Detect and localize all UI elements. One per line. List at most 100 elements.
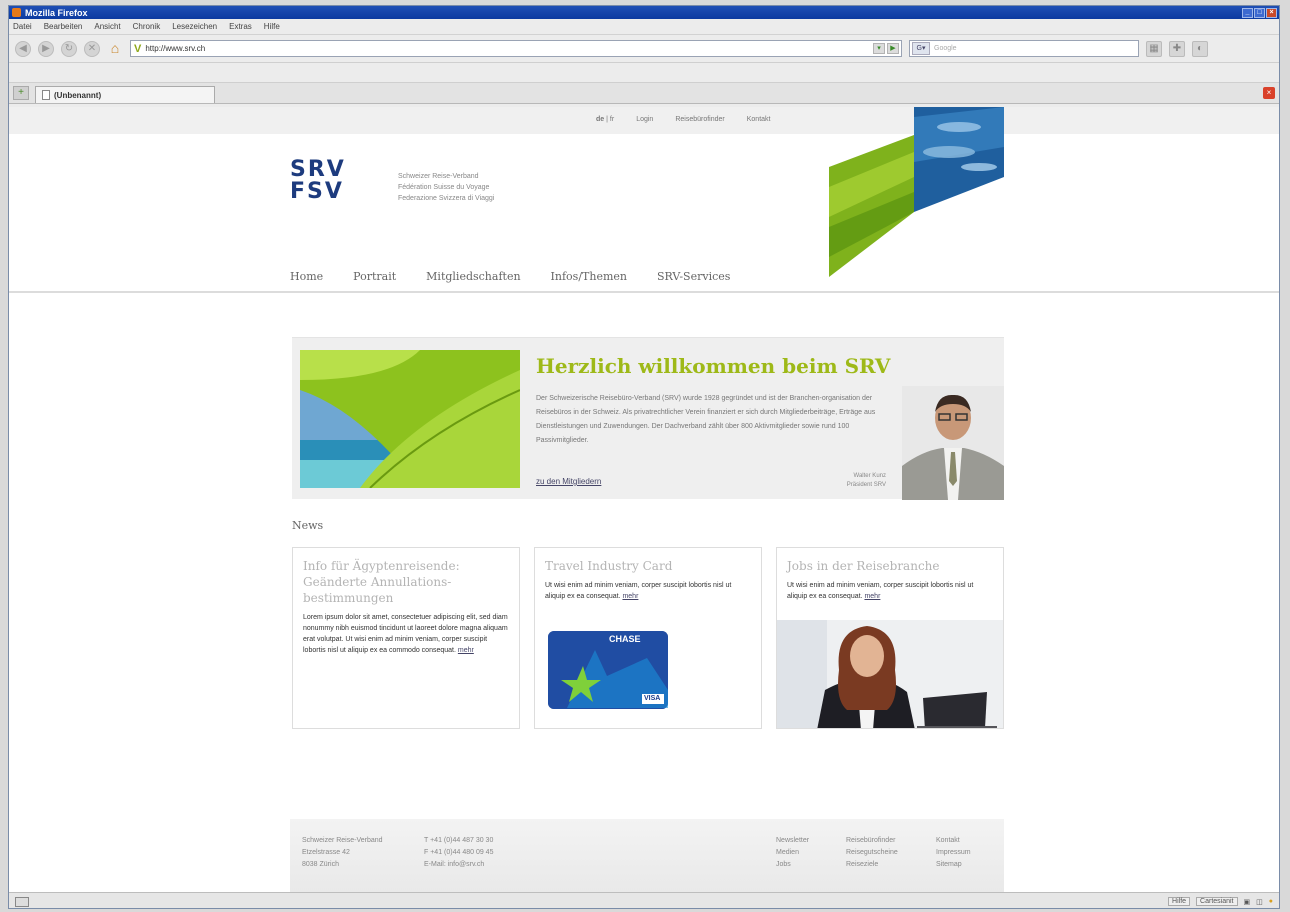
- footer-link-newsletter[interactable]: Newsletter: [776, 835, 809, 847]
- banana-leaf-image: [300, 350, 520, 488]
- news-more-travel-card[interactable]: mehr: [622, 593, 638, 600]
- logo-text-fr: Fédération Suisse du Voyage: [398, 184, 490, 191]
- footer-link-reisegutscheine[interactable]: Reisegutscheine: [846, 847, 898, 859]
- menu-bar: Datei Bearbeiten Ansicht Chronik Lesezei…: [9, 19, 1279, 35]
- news-text-jobs: Ut wisi enim ad minim veniam, corper sus…: [787, 582, 974, 600]
- news-title-travel-card[interactable]: Travel Industry Card: [535, 548, 761, 574]
- url-text: http://www.srv.ch: [145, 44, 206, 53]
- tab-label: (Unbenannt): [54, 90, 102, 100]
- lang-fr[interactable]: fr: [610, 116, 614, 123]
- footer-link-sitemap[interactable]: Sitemap: [936, 859, 971, 871]
- url-bar[interactable]: V http://www.srv.ch ▾ ▶: [130, 40, 902, 57]
- search-engine-icon[interactable]: G▾: [912, 42, 930, 55]
- footer-links-1: Newsletter Medien Jobs: [776, 835, 809, 871]
- footer-address-street: Etzelstrasse 42: [302, 849, 350, 856]
- status-icon: [15, 896, 29, 907]
- menu-ansicht[interactable]: Ansicht: [94, 22, 120, 31]
- footer-link-impressum[interactable]: Impressum: [936, 847, 971, 859]
- footer-email[interactable]: E-Mail: info@srv.ch: [424, 859, 493, 871]
- kontakt-link[interactable]: Kontakt: [747, 116, 771, 123]
- card-brand: CHASE: [609, 634, 641, 644]
- bookmarks-toolbar: [9, 63, 1279, 83]
- menu-datei[interactable]: Datei: [13, 22, 32, 31]
- footer-address-city: 8038 Zürich: [302, 861, 339, 868]
- logo-text-de: Schweizer Reise-Verband: [398, 173, 479, 180]
- welcome-banner: Herzlich willkommen beim SRV Der Schweiz…: [292, 337, 1004, 500]
- close-tab-icon[interactable]: ×: [1263, 87, 1275, 99]
- news-text-travel-card: Ut wisi enim ad minim veniam, corper sus…: [545, 582, 732, 600]
- header-decoration-image: [829, 107, 1004, 277]
- home-icon[interactable]: ⌂: [107, 41, 123, 57]
- lang-de[interactable]: de: [596, 116, 604, 123]
- footer-link-jobs[interactable]: Jobs: [776, 859, 809, 871]
- search-placeholder: Google: [934, 45, 957, 52]
- security-icon[interactable]: ▣: [1244, 898, 1251, 906]
- footer-phone: T +41 (0)44 487 30 30: [424, 837, 494, 844]
- stop-icon[interactable]: ✕: [84, 40, 100, 57]
- nav-mitgliedschaften[interactable]: Mitgliedschaften: [426, 270, 520, 283]
- title-bar: Mozilla Firefox _ □ ×: [9, 6, 1279, 19]
- news-text-egypt: Lorem ipsum dolor sit amet, consectetuer…: [303, 614, 508, 654]
- menu-chronik[interactable]: Chronik: [133, 22, 161, 31]
- header-divider: [9, 291, 1279, 293]
- members-link[interactable]: zu den Mitgliedern: [536, 477, 601, 486]
- news-title-jobs[interactable]: Jobs in der Reisebranche: [777, 548, 1003, 574]
- notification-icon[interactable]: ●: [1269, 898, 1273, 905]
- tab-strip: + (Unbenannt) ×: [9, 83, 1279, 104]
- footer-link-medien[interactable]: Medien: [776, 847, 809, 859]
- nav-srv-services[interactable]: SRV-Services: [657, 270, 730, 283]
- footer-link-reisebuerofinder[interactable]: Reisebürofinder: [846, 835, 898, 847]
- srv-logo[interactable]: SRV FSV: [290, 159, 346, 203]
- news-title-egypt[interactable]: Info für Ägyptenreisende: Geänderte Annu…: [293, 548, 519, 606]
- reload-icon[interactable]: ↻: [61, 40, 77, 57]
- footer-link-kontakt[interactable]: Kontakt: [936, 835, 971, 847]
- minimize-button[interactable]: _: [1242, 7, 1253, 18]
- credit-card-image: CHASE VISA: [547, 630, 669, 710]
- forward-icon[interactable]: ▶: [38, 40, 54, 57]
- welcome-text: Der Schweizerische Reisebüro-Verband (SR…: [536, 395, 876, 444]
- status-hilfe[interactable]: Hilfe: [1168, 897, 1191, 906]
- footer-address: Schweizer Reise-Verband Etzelstrasse 42 …: [302, 835, 383, 871]
- nav-infos-themen[interactable]: Infos/Themen: [551, 270, 627, 283]
- footer-contact: T +41 (0)44 487 30 30 F +41 (0)44 480 09…: [424, 835, 493, 871]
- news-heading: News: [292, 519, 324, 532]
- status-cartesianit[interactable]: Cartesianit: [1196, 897, 1238, 906]
- caption-role: Präsident SRV: [846, 482, 886, 488]
- maximize-button[interactable]: □: [1254, 7, 1265, 18]
- nav-home[interactable]: Home: [290, 270, 323, 283]
- main-navigation: Home Portrait Mitgliedschaften Infos/The…: [290, 270, 730, 283]
- menu-bearbeiten[interactable]: Bearbeiten: [44, 22, 83, 31]
- tab-current[interactable]: (Unbenannt): [35, 86, 215, 103]
- go-icon[interactable]: ▶: [887, 43, 899, 54]
- news-card-egypt: Info für Ägyptenreisende: Geänderte Annu…: [292, 547, 520, 729]
- news-more-jobs[interactable]: mehr: [864, 593, 880, 600]
- back-icon[interactable]: ◀: [15, 40, 31, 57]
- search-bar[interactable]: G▾ Google: [909, 40, 1139, 57]
- menu-hilfe[interactable]: Hilfe: [264, 22, 280, 31]
- menu-extras[interactable]: Extras: [229, 22, 252, 31]
- login-link[interactable]: Login: [636, 116, 653, 123]
- footer-address-org: Schweizer Reise-Verband: [302, 837, 383, 844]
- navigation-toolbar: ◀ ▶ ↻ ✕ ⌂ V http://www.srv.ch ▾ ▶ G▾ Goo…: [9, 35, 1279, 63]
- news-card-jobs: Jobs in der Reisebranche Ut wisi enim ad…: [776, 547, 1004, 729]
- footer-link-reiseziele[interactable]: Reiseziele: [846, 859, 898, 871]
- firefox-icon: [12, 8, 21, 17]
- logo-text-it: Federazione Svizzera di Viaggi: [398, 195, 495, 202]
- new-tab-icon[interactable]: +: [13, 86, 29, 100]
- businesswoman-image: [777, 620, 1003, 728]
- reisebuerofinder-link[interactable]: Reisebürofinder: [675, 116, 724, 123]
- president-portrait: [902, 386, 1004, 500]
- download-icon[interactable]: ◫: [1256, 898, 1263, 906]
- page-content: de | fr Login Reisebürofinder Kontakt SR…: [9, 107, 1279, 892]
- close-button[interactable]: ×: [1266, 7, 1277, 18]
- site-favicon: V: [134, 42, 142, 55]
- news-more-egypt[interactable]: mehr: [458, 647, 474, 654]
- menu-lesezeichen[interactable]: Lesezeichen: [172, 22, 217, 31]
- status-bar: Hilfe Cartesianit ▣ ◫ ●: [9, 892, 1279, 908]
- extension-icon[interactable]: ◐: [1192, 40, 1208, 57]
- nav-portrait[interactable]: Portrait: [353, 270, 396, 283]
- dropdown-icon[interactable]: ▾: [873, 43, 885, 54]
- addon-icon[interactable]: ▦: [1146, 40, 1162, 57]
- tools-icon[interactable]: ✚: [1169, 40, 1185, 57]
- window-title: Mozilla Firefox: [25, 7, 88, 18]
